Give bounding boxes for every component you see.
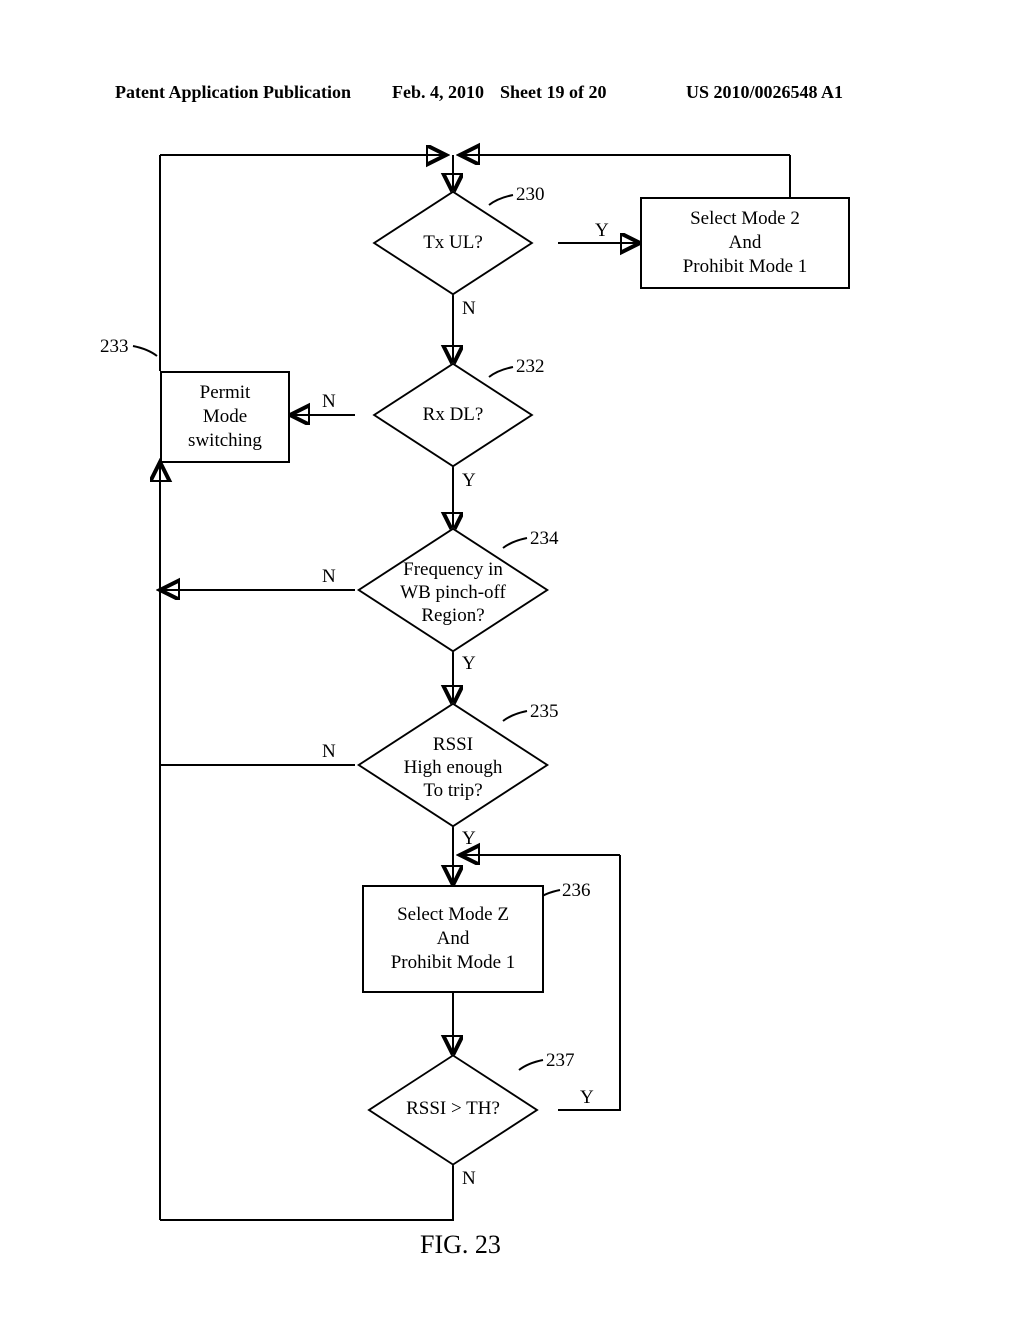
process-select-mode-z: Select Mode ZAndProhibit Mode 1	[362, 885, 544, 993]
process-permit-mode-switching: PermitModeswitching	[160, 371, 290, 463]
edge-234-y: Y	[462, 653, 476, 675]
figure-label: FIG. 23	[420, 1230, 501, 1260]
process-permit-mode-switching-label: PermitModeswitching	[188, 381, 262, 452]
ref-237: 237	[546, 1050, 575, 1072]
process-select-mode-z-label: Select Mode ZAndProhibit Mode 1	[391, 903, 516, 974]
header-left: Patent Application Publication	[115, 82, 351, 103]
edge-235-y: Y	[462, 828, 476, 850]
ref-233: 233	[100, 336, 129, 358]
process-select-mode-2-label: Select Mode 2AndProhibit Mode 1	[683, 207, 808, 278]
flowchart: Tx UL? 230 Y N Select Mode 2AndProhibit …	[0, 140, 1024, 1270]
ref-235: 235	[530, 701, 559, 723]
header-date: Feb. 4, 2010	[392, 82, 484, 103]
ref-232: 232	[516, 356, 545, 378]
edge-232-y: Y	[462, 470, 476, 492]
edge-232-n: N	[322, 391, 336, 413]
edge-230-y: Y	[595, 220, 609, 242]
ref-234: 234	[530, 528, 559, 550]
ref-236: 236	[562, 880, 591, 902]
ref-230: 230	[516, 184, 545, 206]
edge-230-n: N	[462, 298, 476, 320]
process-select-mode-2: Select Mode 2AndProhibit Mode 1	[640, 197, 850, 289]
edge-237-y: Y	[580, 1087, 594, 1109]
header-sheet: Sheet 19 of 20	[500, 82, 607, 103]
header-pubno: US 2010/0026548 A1	[686, 82, 843, 103]
edge-235-n: N	[322, 741, 336, 763]
edge-234-n: N	[322, 566, 336, 588]
edge-237-n: N	[462, 1168, 476, 1190]
